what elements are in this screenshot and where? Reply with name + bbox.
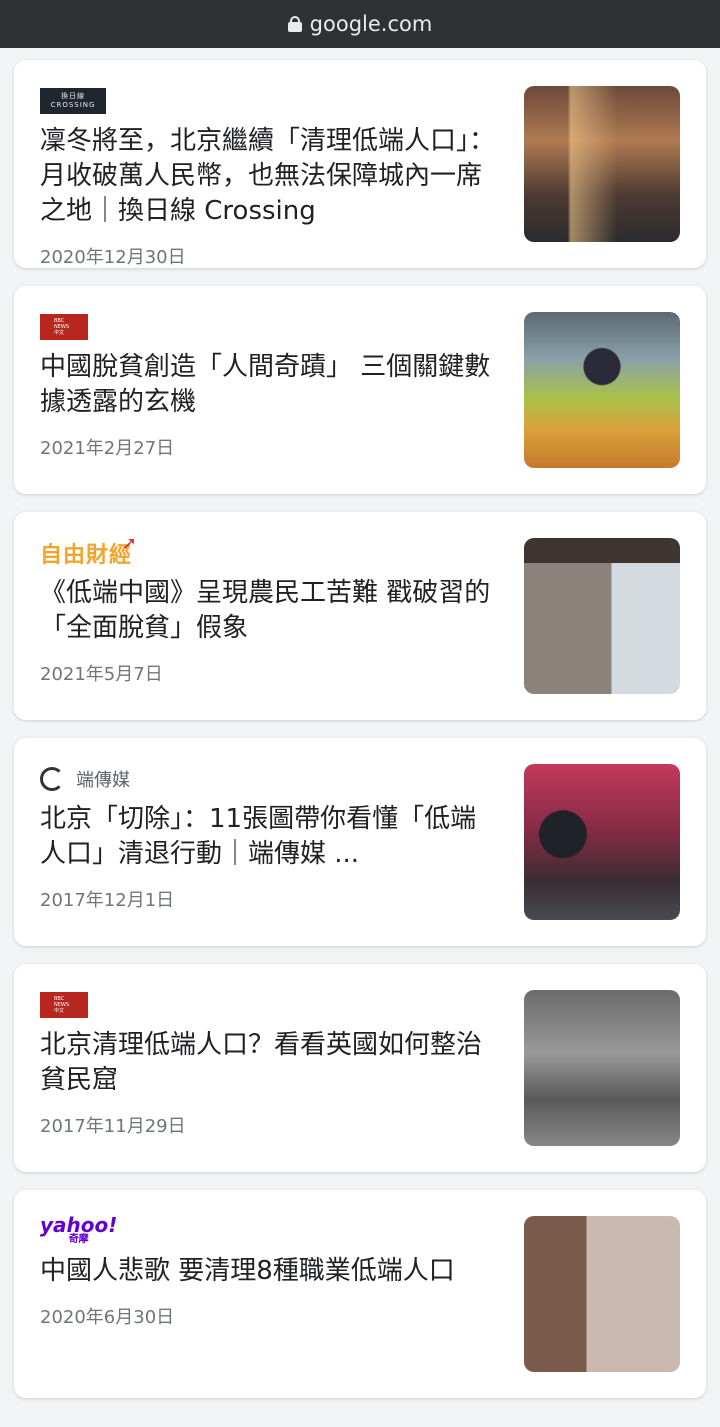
news-card[interactable]: BBC NEWS 中文 北京清理低端人口？看看英國如何整治貧民窟 2017年11…: [14, 964, 706, 1172]
news-list: 換日線 CROSSING 凜冬將至，北京繼續「清理低端人口」：月收破萬人民幣，也…: [0, 48, 720, 1398]
article-date: 2020年12月30日: [40, 247, 186, 268]
news-card[interactable]: yahoo! 奇摩 中國人悲歌 要清理8種職業低端人口 2020年6月30日: [14, 1190, 706, 1398]
article-title[interactable]: 中國脫貧創造「人間奇蹟」 三個關鍵數據透露的玄機: [40, 350, 500, 420]
source-row: 端傳媒: [40, 764, 500, 794]
source-row: BBC NEWS 中文: [40, 990, 500, 1020]
ltn-finance-logo: 自由財經 ➚: [40, 533, 139, 568]
article-thumbnail[interactable]: [524, 312, 680, 468]
bbc-news-logo: BBC NEWS 中文: [40, 314, 88, 340]
article-title[interactable]: 《低端中國》呈現農民工苦難 戳破習的「全面脫貧」假象: [40, 576, 500, 646]
article-title[interactable]: 凜冬將至，北京繼續「清理低端人口」：月收破萬人民幣，也無法保障城內一席之地｜換日…: [40, 124, 500, 229]
lock-icon: [287, 16, 302, 32]
news-card[interactable]: 端傳媒 北京「切除」：11張圖帶你看懂「低端人口」清退行動｜端傳媒 ... 20…: [14, 738, 706, 946]
source-row: 換日線 CROSSING: [40, 86, 500, 116]
article-thumbnail[interactable]: [524, 764, 680, 920]
article-date: 2021年2月27日: [40, 438, 175, 459]
article-date: 2020年6月30日: [40, 1307, 175, 1328]
article-thumbnail[interactable]: [524, 538, 680, 694]
article-thumbnail[interactable]: [524, 86, 680, 242]
news-card[interactable]: 自由財經 ➚ 《低端中國》呈現農民工苦難 戳破習的「全面脫貧」假象 2021年5…: [14, 512, 706, 720]
article-thumbnail[interactable]: [524, 1216, 680, 1372]
article-date: 2021年5月7日: [40, 664, 163, 685]
yahoo-logo: yahoo! 奇摩: [40, 1213, 118, 1245]
initium-logo-icon: [40, 767, 64, 791]
article-title[interactable]: 北京「切除」：11張圖帶你看懂「低端人口」清退行動｜端傳媒 ...: [40, 802, 500, 872]
address-bar[interactable]: google.com: [0, 0, 720, 48]
source-row: 自由財經 ➚: [40, 533, 500, 568]
article-date: 2017年12月1日: [40, 890, 175, 911]
source-name: 端傳媒: [76, 770, 130, 791]
news-card[interactable]: 換日線 CROSSING 凜冬將至，北京繼續「清理低端人口」：月收破萬人民幣，也…: [14, 60, 706, 268]
source-row: yahoo! 奇摩: [40, 1213, 500, 1246]
crossing-logo: 換日線 CROSSING: [40, 88, 106, 114]
source-row: BBC NEWS 中文: [40, 312, 500, 342]
trend-arrow-icon: ➚: [121, 533, 139, 554]
news-card[interactable]: BBC NEWS 中文 中國脫貧創造「人間奇蹟」 三個關鍵數據透露的玄機 202…: [14, 286, 706, 494]
article-title[interactable]: 北京清理低端人口？看看英國如何整治貧民窟: [40, 1028, 500, 1098]
article-date: 2017年11月29日: [40, 1116, 186, 1137]
bbc-news-logo: BBC NEWS 中文: [40, 992, 88, 1018]
article-thumbnail[interactable]: [524, 990, 680, 1146]
address-domain: google.com: [309, 12, 433, 36]
article-title[interactable]: 中國人悲歌 要清理8種職業低端人口: [40, 1254, 500, 1289]
